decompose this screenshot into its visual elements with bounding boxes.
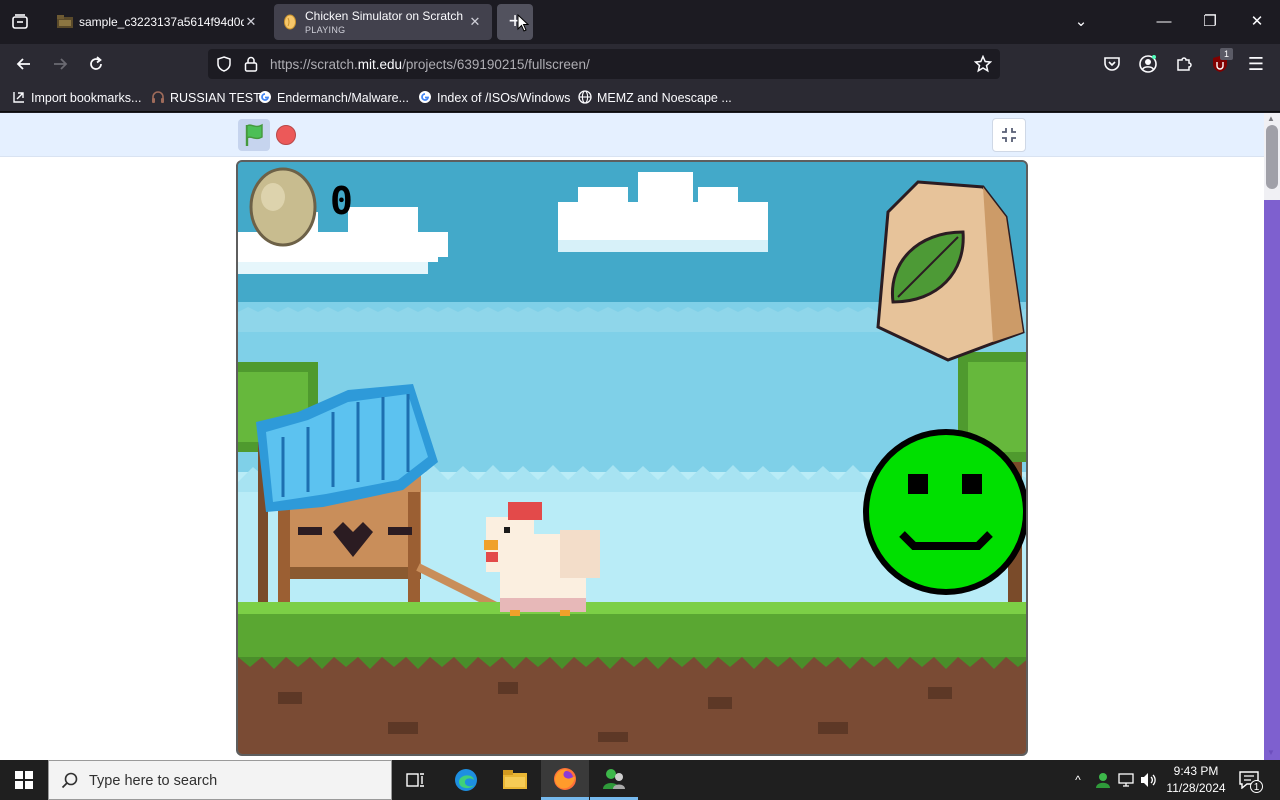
- search-icon: [61, 772, 78, 789]
- url-bar[interactable]: https://scratch.mit.edu/projects/6391902…: [208, 49, 1000, 79]
- lock-icon[interactable]: [244, 56, 258, 72]
- bookmark-russian-test[interactable]: RUSSIAN TEST: [151, 89, 261, 107]
- green-flag-button[interactable]: [238, 119, 270, 151]
- tab-title: sample_c3223137a5614f94d0d3f: [79, 15, 244, 29]
- arrow-right-icon: [54, 58, 68, 70]
- system-clock[interactable]: 9:43 PM 11/28/2024: [1156, 763, 1236, 797]
- minimize-button[interactable]: —: [1141, 0, 1187, 44]
- arrow-left-icon: [16, 58, 30, 70]
- hamburger-menu-icon: ☰: [1247, 54, 1265, 74]
- notifications-button[interactable]: 1: [1236, 768, 1263, 793]
- game-scene: [238, 162, 1026, 754]
- scroll-track-accent: [1264, 200, 1280, 760]
- show-hidden-icons-chevron-icon[interactable]: ^: [1070, 770, 1086, 790]
- forward-button[interactable]: [46, 50, 74, 78]
- scratch-controls-bar: [0, 113, 1264, 157]
- exit-fullscreen-icon: [1002, 128, 1016, 142]
- tab-title: Chicken Simulator on Scratch: [305, 9, 464, 23]
- puzzle-icon: [1177, 57, 1192, 71]
- extension-badge: 1: [1220, 48, 1233, 60]
- egg-counter-icon: [249, 167, 317, 247]
- account-button[interactable]: [1134, 50, 1162, 78]
- tab-strip: sample_c3223137a5614f94d0d3f ✕ Chicken S…: [0, 0, 1280, 44]
- edge-taskbar-icon[interactable]: [442, 760, 490, 800]
- search-placeholder: Type here to search: [89, 773, 218, 789]
- import-icon: [13, 92, 24, 103]
- ublock-extension-button[interactable]: 1: [1206, 48, 1234, 78]
- mouse-cursor-icon: [517, 13, 530, 32]
- restore-button[interactable]: ❐: [1187, 0, 1233, 44]
- bookmark-endermanch[interactable]: Endermanch/Malware...: [258, 89, 409, 107]
- bookmark-memz[interactable]: MEMZ and Noescape ...: [578, 89, 732, 107]
- extensions-button[interactable]: [1170, 50, 1198, 78]
- tab-chicken-simulator[interactable]: Chicken Simulator on Scratch PLAYING ✕: [274, 4, 492, 40]
- notification-count-badge: 1: [1250, 780, 1263, 793]
- smiley-face-button: [863, 429, 1026, 595]
- shield-icon[interactable]: [216, 56, 232, 72]
- list-all-tabs-icon[interactable]: ⌄: [1058, 0, 1104, 44]
- url-text[interactable]: https://scratch.mit.edu/projects/6391902…: [270, 57, 590, 72]
- bookmark-index-isos[interactable]: Index of /ISOs/Windows: [418, 89, 570, 107]
- feed-bag-button: [876, 180, 1025, 362]
- green-flag-icon: [245, 123, 263, 146]
- tab-overview-icon[interactable]: [8, 10, 32, 34]
- headphones-icon: [152, 91, 164, 103]
- network-icon[interactable]: [1118, 772, 1136, 788]
- folder-icon: [57, 15, 73, 29]
- bookmarks-toolbar: Import bookmarks... RUSSIAN TEST Enderma…: [0, 84, 1280, 112]
- reload-icon: [90, 56, 102, 70]
- task-view-icon: [406, 773, 424, 787]
- tab-sample[interactable]: sample_c3223137a5614f94d0d3f ✕: [48, 4, 268, 40]
- scratch-favicon-icon: [283, 14, 297, 30]
- clock-date: 11/28/2024: [1166, 781, 1226, 795]
- people-app-taskbar-icon[interactable]: [590, 760, 638, 800]
- bookmark-star-icon[interactable]: [973, 54, 993, 73]
- pocket-icon: [1104, 57, 1120, 71]
- game-stage[interactable]: 0: [236, 160, 1028, 756]
- close-window-button[interactable]: ✕: [1234, 0, 1280, 44]
- navigation-toolbar: https://scratch.mit.edu/projects/6391902…: [0, 44, 1280, 84]
- file-explorer-taskbar-icon[interactable]: [491, 760, 539, 800]
- exit-fullscreen-button[interactable]: [992, 118, 1026, 152]
- start-button[interactable]: [0, 760, 48, 800]
- stop-button[interactable]: [276, 125, 296, 145]
- pocket-button[interactable]: [1098, 50, 1126, 78]
- app-menu-button[interactable]: ☰: [1242, 50, 1270, 78]
- close-tab-icon[interactable]: ✕: [242, 13, 260, 31]
- taskbar-search-box[interactable]: Type here to search: [48, 760, 392, 800]
- people-tray-icon[interactable]: [1094, 772, 1112, 788]
- google-icon: [259, 91, 271, 103]
- windows-taskbar: Type here to search ^ 9:43 PM 11/28/2024…: [0, 760, 1280, 800]
- firefox-taskbar-icon[interactable]: [541, 760, 589, 800]
- scroll-thumb[interactable]: [1266, 125, 1278, 189]
- grass: [238, 612, 1026, 657]
- egg-count-label: 0: [330, 179, 353, 223]
- account-icon: [1139, 55, 1157, 73]
- page-content: 0: [0, 113, 1264, 760]
- task-view-button[interactable]: [392, 760, 440, 800]
- globe-icon: [578, 90, 592, 104]
- reload-button[interactable]: [82, 50, 110, 78]
- close-tab-icon[interactable]: ✕: [466, 13, 484, 31]
- back-button[interactable]: [10, 50, 38, 78]
- tab-playing-label: PLAYING: [305, 25, 346, 35]
- windows-logo-icon: [15, 771, 33, 789]
- google-icon: [419, 91, 431, 103]
- bookmark-import[interactable]: Import bookmarks...: [12, 89, 141, 107]
- scroll-up-arrow-icon[interactable]: ▲: [1267, 115, 1277, 123]
- clock-time: 9:43 PM: [1173, 764, 1219, 778]
